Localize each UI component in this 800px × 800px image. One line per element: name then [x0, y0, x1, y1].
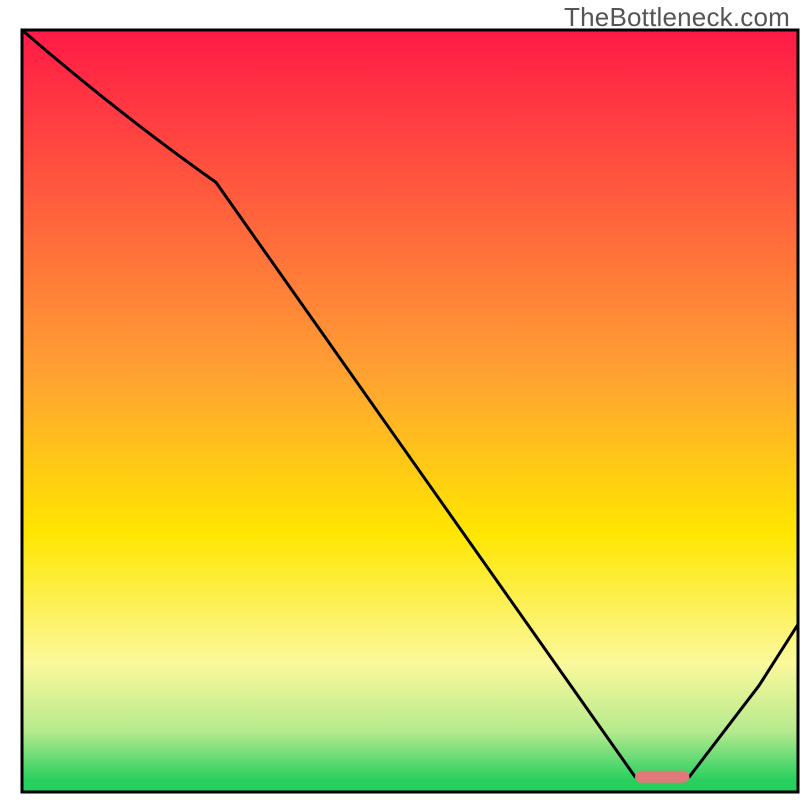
plot-background: [22, 30, 798, 792]
optimal-range-marker: [635, 771, 689, 783]
watermark-text: TheBottleneck.com: [564, 2, 790, 33]
bottleneck-chart: [0, 0, 800, 800]
chart-container: { "watermark": "TheBottleneck.com", "cha…: [0, 0, 800, 800]
